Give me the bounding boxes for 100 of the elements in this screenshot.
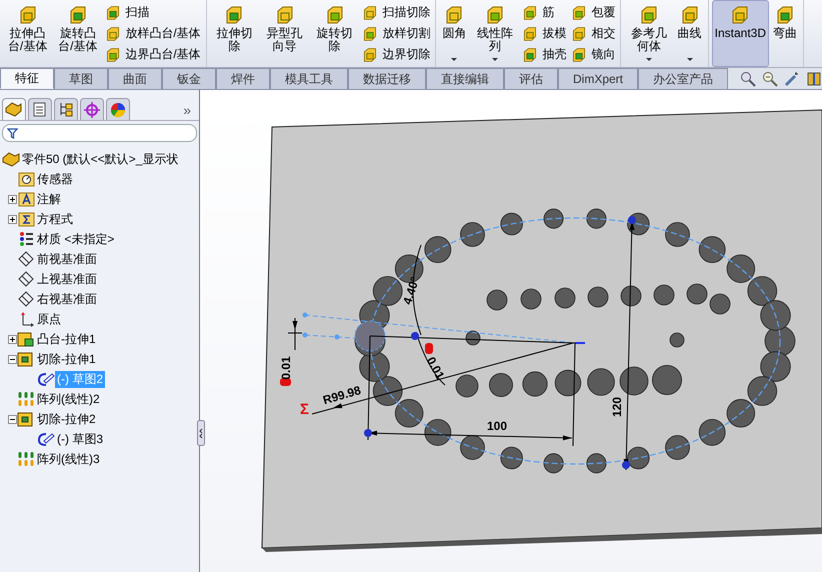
tool-button[interactable]: 扫描切除 bbox=[362, 4, 430, 21]
tool-button[interactable]: 拔模 bbox=[522, 25, 566, 42]
tool-button[interactable]: 扫描 bbox=[105, 4, 201, 21]
block-icon bbox=[639, 5, 660, 25]
dimension-label: 100 bbox=[486, 419, 508, 433]
block-icon bbox=[362, 26, 378, 42]
tree-item[interactable]: 零件50 (默认<<默认>_显示状 bbox=[20, 150, 180, 168]
block-icon bbox=[571, 4, 588, 20]
block-icon bbox=[730, 5, 750, 25]
panel-tab[interactable] bbox=[2, 98, 26, 120]
dimension-label: 0.01 bbox=[279, 356, 293, 380]
caret-icon bbox=[686, 57, 694, 62]
block-icon bbox=[522, 4, 538, 20]
wand-icon[interactable] bbox=[784, 70, 800, 86]
more-tabs-button[interactable]: » bbox=[177, 102, 197, 120]
tool-button[interactable]: Instant3D bbox=[712, 0, 770, 67]
ribbon-tab[interactable]: 钣金 bbox=[162, 68, 216, 89]
tool-button[interactable]: 参考几何体 bbox=[624, 0, 674, 67]
collapse-icon[interactable] bbox=[8, 354, 17, 364]
ribbon-tab[interactable]: 草图 bbox=[54, 68, 108, 89]
panel-tab[interactable] bbox=[106, 98, 130, 120]
part-icon bbox=[5, 100, 23, 118]
tool-button[interactable]: 抽壳 bbox=[522, 46, 566, 63]
tool-button[interactable]: 放样切割 bbox=[362, 25, 430, 42]
tool-button[interactable]: 拉伸切除 bbox=[210, 0, 259, 67]
tree-item[interactable]: 切除-拉伸2 bbox=[35, 410, 98, 428]
folder-icon bbox=[17, 171, 35, 187]
feature-icon bbox=[17, 411, 35, 427]
tree-item[interactable]: 传感器 bbox=[35, 170, 75, 188]
zoom-icon[interactable] bbox=[740, 70, 756, 86]
feature-icon bbox=[17, 351, 35, 367]
ribbon-tab[interactable]: 模具工具 bbox=[270, 68, 348, 89]
block-icon bbox=[522, 46, 538, 62]
block-icon bbox=[68, 5, 88, 25]
caret-icon bbox=[490, 57, 499, 62]
tree-item[interactable]: 前视基准面 bbox=[35, 250, 99, 268]
block-icon bbox=[362, 46, 378, 62]
section-view-icon[interactable] bbox=[806, 70, 822, 86]
tool-button[interactable]: 镜向 bbox=[571, 46, 616, 63]
tool-button[interactable]: 曲线 bbox=[674, 0, 705, 67]
tree-item[interactable]: 原点 bbox=[35, 310, 63, 328]
part-icon bbox=[2, 151, 20, 167]
tree-item[interactable]: 方程式 bbox=[35, 210, 75, 228]
tool-button[interactable]: 边界切除 bbox=[362, 46, 430, 63]
tree-item[interactable]: 阵列(线性)2 bbox=[35, 390, 102, 408]
color-wheel-icon bbox=[109, 100, 127, 118]
tool-button[interactable]: 相交 bbox=[571, 25, 616, 42]
zoom-area-icon[interactable] bbox=[762, 70, 778, 86]
tool-button[interactable]: 包覆 bbox=[571, 4, 616, 21]
block-icon bbox=[522, 26, 538, 42]
tree-item[interactable]: 阵列(线性)3 bbox=[35, 450, 102, 468]
tool-button[interactable]: 弯曲 bbox=[770, 0, 800, 67]
crosshair-icon bbox=[83, 100, 101, 118]
expand-icon[interactable] bbox=[8, 214, 17, 224]
tool-button[interactable]: 筋 bbox=[522, 4, 566, 21]
dimension-label: 120 bbox=[610, 396, 624, 418]
material-icon bbox=[17, 231, 35, 247]
ribbon-tab[interactable]: 评估 bbox=[504, 68, 558, 89]
dimension-label: R99.98 bbox=[321, 383, 362, 408]
expand-icon[interactable] bbox=[8, 334, 17, 344]
block-icon bbox=[571, 26, 588, 42]
tool-button[interactable]: 放样凸台/基体 bbox=[105, 25, 201, 42]
pattern-icon bbox=[17, 451, 35, 467]
tool-button[interactable]: 圆角 bbox=[439, 0, 470, 67]
block-icon bbox=[105, 4, 122, 20]
block-icon bbox=[18, 5, 38, 25]
caret-icon bbox=[645, 57, 654, 62]
ribbon-tab[interactable]: 数据迁移 bbox=[348, 68, 426, 89]
tool-button[interactable]: 异型孔向导 bbox=[260, 0, 310, 67]
tree-item[interactable]: (-) 草图3 bbox=[55, 430, 105, 448]
tree-item[interactable]: 切除-拉伸1 bbox=[35, 350, 98, 368]
plane-icon bbox=[17, 291, 35, 307]
block-icon bbox=[775, 5, 796, 25]
tree-item[interactable]: 材质 <未指定> bbox=[35, 230, 116, 248]
ribbon-tab[interactable]: 办公室产品 bbox=[638, 68, 728, 89]
feature-icon bbox=[17, 331, 35, 347]
tool-button[interactable]: 旋转凸台/基体 bbox=[53, 0, 102, 67]
panel-tab[interactable] bbox=[28, 98, 52, 120]
ribbon-tab[interactable]: DimXpert bbox=[558, 68, 638, 89]
collapse-icon[interactable] bbox=[8, 414, 17, 424]
tool-button[interactable]: 线性阵列 bbox=[470, 0, 520, 67]
filter-field[interactable] bbox=[2, 124, 197, 142]
tree-item[interactable]: 右视基准面 bbox=[35, 290, 99, 308]
ribbon-tab[interactable]: 直接编辑 bbox=[426, 68, 504, 89]
ribbon-tab[interactable]: 焊件 bbox=[216, 68, 270, 89]
panel-handle-icon[interactable] bbox=[197, 420, 205, 446]
plane-icon bbox=[17, 271, 35, 287]
expand-icon[interactable] bbox=[8, 194, 17, 204]
tree-item[interactable]: 上视基准面 bbox=[35, 270, 99, 288]
tool-button[interactable]: 拉伸凸台/基体 bbox=[3, 0, 52, 67]
panel-tab[interactable] bbox=[54, 98, 78, 120]
tree-item[interactable]: 凸台-拉伸1 bbox=[35, 330, 98, 348]
tool-button[interactable]: 边界凸台/基体 bbox=[105, 46, 201, 63]
block-icon bbox=[224, 5, 244, 25]
driven-mark-icon bbox=[425, 343, 433, 354]
tree-item[interactable]: 注解 bbox=[35, 190, 63, 208]
block-icon bbox=[324, 5, 345, 25]
tool-button[interactable]: 旋转切除 bbox=[310, 0, 360, 67]
ribbon-tab[interactable]: 曲面 bbox=[108, 68, 162, 89]
ribbon-tab[interactable]: 特征 bbox=[0, 68, 54, 89]
